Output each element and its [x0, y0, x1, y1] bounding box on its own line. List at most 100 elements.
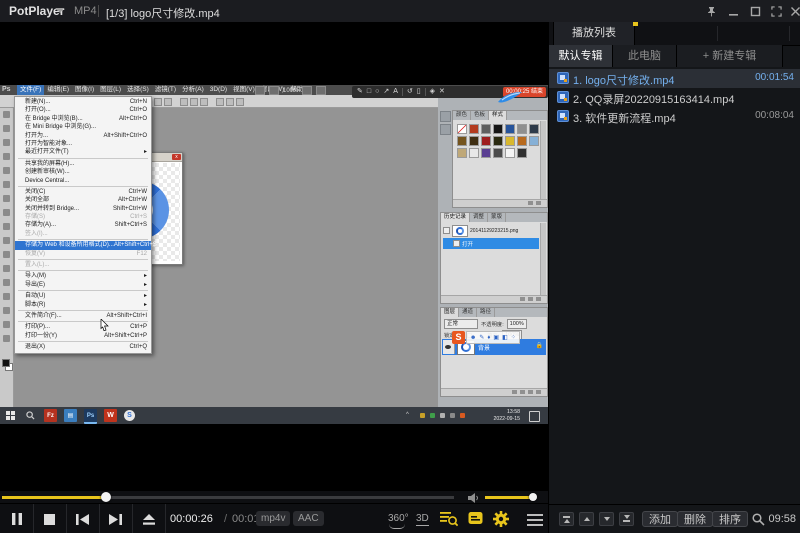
minimize-button[interactable]: [724, 3, 742, 19]
ps-menu-0[interactable]: 文件(F): [17, 85, 44, 95]
playlist-search-icon[interactable]: [440, 511, 458, 527]
file-menu-item[interactable]: 存储为(A)...Shift+Ctrl+S: [15, 221, 151, 229]
album-tab-0[interactable]: 默认专辑: [549, 45, 613, 67]
playlist-item[interactable]: 2. QQ录屏20220915163414.mp4: [549, 88, 800, 107]
move-bottom-button[interactable]: [619, 512, 634, 526]
file-menu-item[interactable]: 恢复(V)F12: [15, 250, 151, 258]
scrollbar[interactable]: [540, 223, 546, 295]
tool-icon[interactable]: [3, 167, 10, 174]
file-menu-item[interactable]: 存储为 Web 和设备所用格式(D)...Alt+Shift+Ctrl+S: [15, 241, 151, 249]
close-button[interactable]: [786, 3, 800, 19]
seek-handle[interactable]: [101, 492, 111, 502]
album-tab-2[interactable]: + 新建专辑: [677, 45, 783, 67]
file-menu-item[interactable]: 新建(N)...Ctrl+N: [15, 98, 151, 106]
style-swatch[interactable]: [505, 148, 515, 158]
file-menu-item[interactable]: 脚本(R)▸: [15, 301, 151, 309]
style-swatch[interactable]: [529, 136, 539, 146]
blend-mode-select[interactable]: 正常: [444, 319, 478, 329]
file-menu-item[interactable]: 文件简介(F)...Alt+Shift+Ctrl+I: [15, 312, 151, 320]
ps-menu-1[interactable]: 编辑(E): [44, 85, 72, 95]
tool-icon[interactable]: [3, 223, 10, 230]
style-swatch[interactable]: [481, 148, 491, 158]
tool-icon[interactable]: [3, 153, 10, 160]
style-swatch[interactable]: [517, 124, 527, 134]
menu-burger-icon[interactable]: [527, 514, 543, 526]
style-swatch[interactable]: [457, 136, 467, 146]
tab-蒙版[interactable]: 蒙版: [488, 213, 506, 222]
style-swatch[interactable]: [493, 136, 503, 146]
tool-icon[interactable]: [3, 279, 10, 286]
style-swatch[interactable]: [493, 124, 503, 134]
ps-menu-8[interactable]: 视图(V): [230, 85, 258, 95]
next-button[interactable]: [99, 504, 132, 533]
video-display[interactable]: Ps 文件(F)编辑(E)图像(I)图层(L)选择(S)滤镜(T)分析(A)3D…: [0, 22, 548, 490]
search-icon[interactable]: [752, 513, 765, 526]
tool-icon[interactable]: [3, 181, 10, 188]
style-swatch[interactable]: [469, 136, 479, 146]
tool-icon[interactable]: [3, 125, 10, 132]
tool-icon[interactable]: [3, 335, 10, 342]
fullscreen-button[interactable]: [767, 3, 785, 19]
foreground-color-chip[interactable]: [2, 359, 10, 367]
file-menu-item[interactable]: 退出(X)Ctrl+Q: [15, 343, 151, 351]
file-menu-item[interactable]: 导出(E)▸: [15, 281, 151, 289]
move-up-button[interactable]: [579, 512, 594, 526]
file-menu-item[interactable]: 关闭并转到 Bridge...Shift+Ctrl+W: [15, 205, 151, 213]
tab-路径[interactable]: 路径: [477, 308, 495, 317]
file-menu-item[interactable]: 关闭全部Alt+Ctrl+W: [15, 196, 151, 204]
tab-颜色[interactable]: 颜色: [453, 111, 471, 120]
file-menu-item[interactable]: 打印一份(Y)Alt+Shift+Ctrl+P: [15, 332, 151, 340]
tool-icon[interactable]: [3, 321, 10, 328]
pause-button[interactable]: [0, 504, 33, 533]
tool-icon[interactable]: [3, 209, 10, 216]
tool-icon[interactable]: [3, 293, 10, 300]
previous-button[interactable]: [66, 504, 99, 533]
history-step-open[interactable]: 打开: [443, 238, 539, 249]
tool-icon[interactable]: [3, 251, 10, 258]
tab-playlist[interactable]: 播放列表: [553, 22, 635, 45]
visibility-eye-icon[interactable]: [445, 345, 451, 349]
maximize-button[interactable]: [746, 3, 764, 19]
history-snapshot-row[interactable]: 20141129223215.png: [443, 225, 518, 236]
file-menu-item[interactable]: 置入(L)...: [15, 261, 151, 269]
eject-button[interactable]: [132, 504, 165, 533]
tab-样式[interactable]: 样式: [489, 111, 507, 120]
style-swatch[interactable]: [517, 148, 527, 158]
file-menu-item[interactable]: 关闭(C)Ctrl+W: [15, 188, 151, 196]
style-swatch[interactable]: [505, 124, 515, 134]
tab-色板[interactable]: 色板: [471, 111, 489, 120]
ps-menu-4[interactable]: 选择(S): [124, 85, 152, 95]
volume-handle[interactable]: [529, 493, 537, 501]
history-brush-icon[interactable]: [443, 227, 450, 234]
style-swatch[interactable]: [481, 136, 491, 146]
tab-历史记录[interactable]: 历史记录: [441, 213, 470, 222]
stop-button[interactable]: [33, 504, 66, 533]
scrollbar[interactable]: [540, 121, 546, 199]
subtitle-icon[interactable]: [468, 511, 483, 526]
file-menu-item[interactable]: 最近打开文件(T)▸: [15, 148, 151, 156]
file-menu-item[interactable]: 打开为智能对象...: [15, 140, 151, 148]
tool-icon[interactable]: [3, 265, 10, 272]
tool-icon[interactable]: [3, 111, 10, 118]
ps-menu-5[interactable]: 滤镜(T): [152, 85, 179, 95]
opacity-value[interactable]: 100%: [507, 319, 527, 329]
tool-icon[interactable]: [3, 139, 10, 146]
file-menu-item[interactable]: 在 Mini Bridge 中浏览(G)...: [15, 123, 151, 131]
sort-button[interactable]: 排序: [712, 511, 748, 527]
pin-icon[interactable]: [702, 3, 720, 19]
move-down-button[interactable]: [599, 512, 614, 526]
remove-button[interactable]: 删除: [677, 511, 713, 527]
playlist-item[interactable]: 1. logo尺寸修改.mp400:01:54: [549, 69, 800, 88]
album-tab-1[interactable]: 此电脑: [613, 45, 677, 67]
volume-bar[interactable]: [485, 496, 537, 499]
tab-调整[interactable]: 调整: [470, 213, 488, 222]
style-swatch[interactable]: [517, 136, 527, 146]
tool-icon[interactable]: [3, 307, 10, 314]
playlist-item[interactable]: 3. 软件更新流程.mp400:08:04: [549, 107, 800, 126]
tool-icon[interactable]: [3, 237, 10, 244]
tab-通道[interactable]: 通道: [459, 308, 477, 317]
tool-icon[interactable]: [3, 195, 10, 202]
ps-menu-3[interactable]: 图层(L): [97, 85, 124, 95]
file-menu-item[interactable]: 创建新审核(W)...: [15, 168, 151, 176]
chevron-down-icon[interactable]: [56, 8, 64, 13]
